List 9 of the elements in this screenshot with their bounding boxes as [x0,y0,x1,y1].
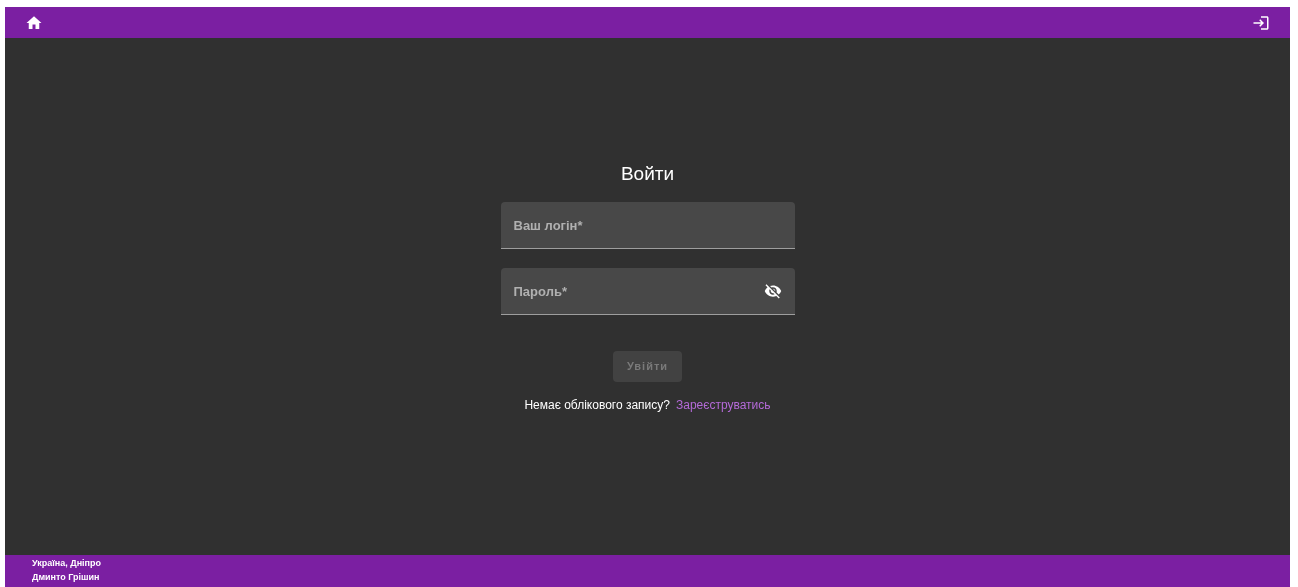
login-icon[interactable] [1252,13,1270,32]
eye-off-icon[interactable] [763,282,782,300]
register-prompt: Немає облікового запису? [524,397,670,414]
password-field[interactable]: Пароль* [500,268,795,315]
login-title: Войти [620,162,675,186]
register-link[interactable]: Зареєструватись [676,396,771,414]
footer-text: Україна, Дніпро [32,558,103,569]
footer-text: Дминто Грішин [32,572,101,583]
login-field[interactable]: Ваш логін* [500,202,795,249]
